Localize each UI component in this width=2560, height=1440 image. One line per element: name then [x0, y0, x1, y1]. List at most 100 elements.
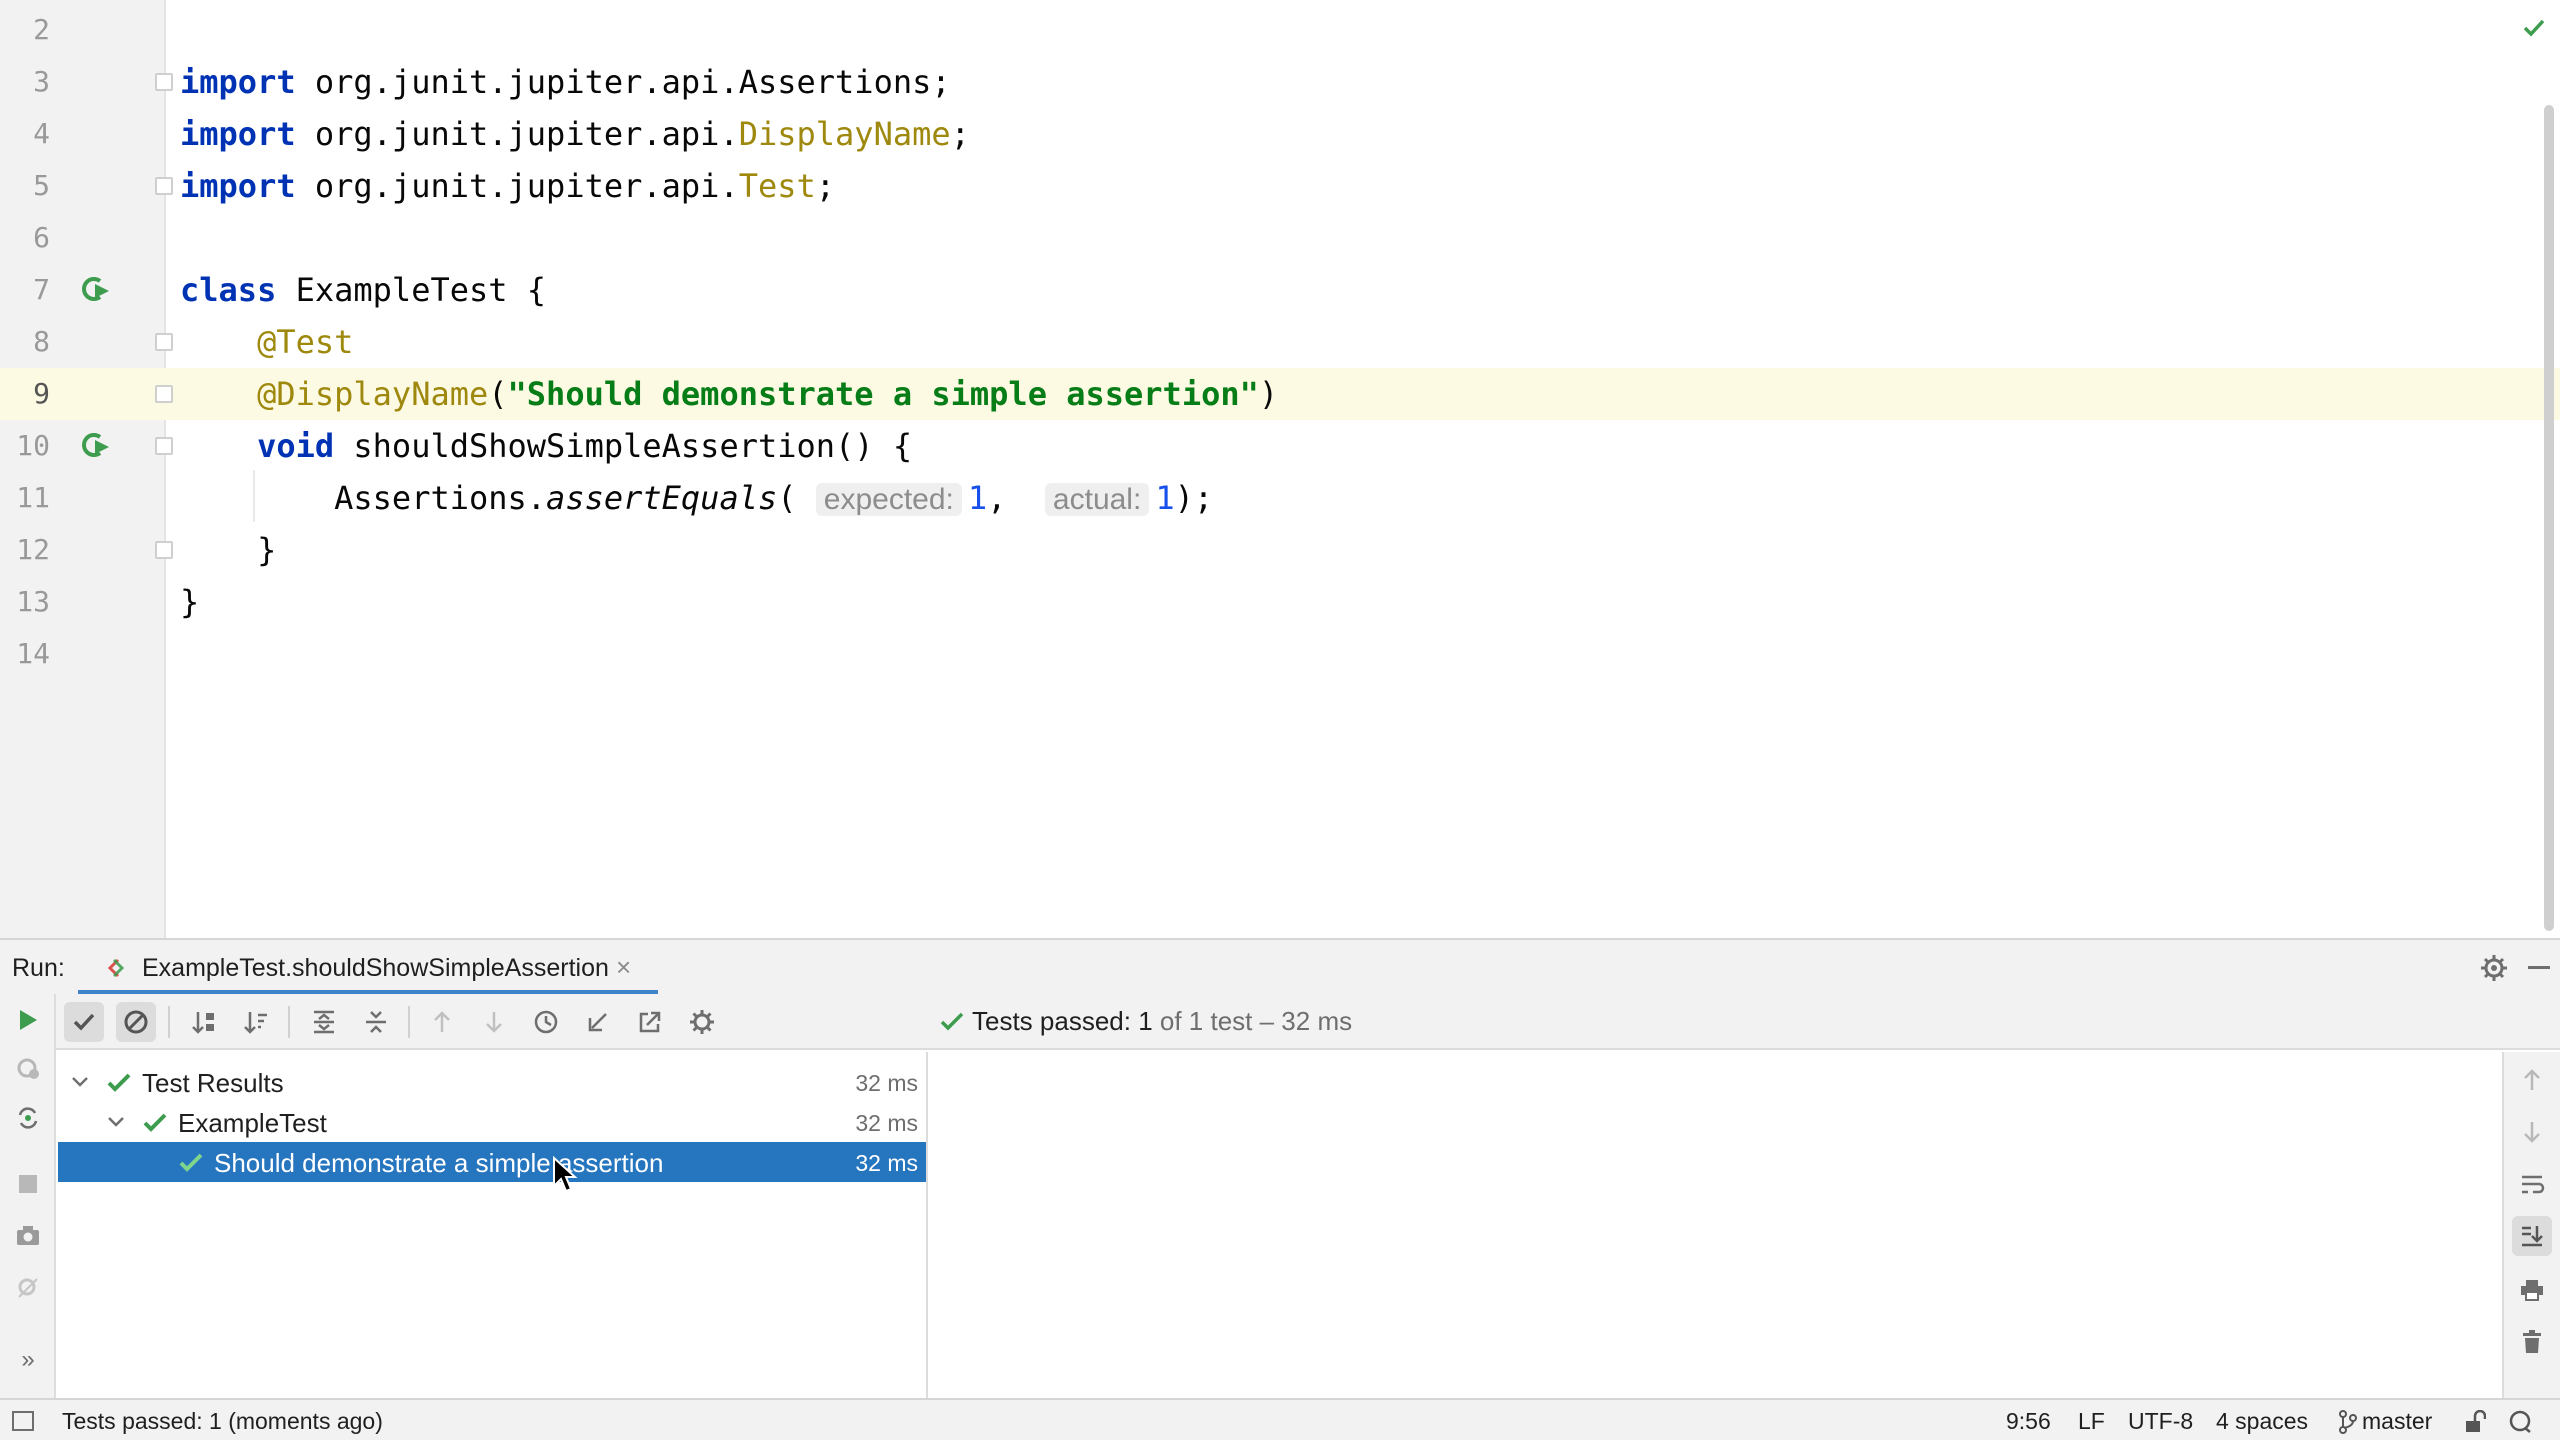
code-line[interactable]: 3 import org.junit.jupiter.api.Assertions… [0, 56, 2560, 108]
test-settings-button[interactable] [682, 1002, 722, 1042]
chevron-down-icon[interactable] [70, 1072, 90, 1092]
collapse-all-button[interactable] [356, 1002, 396, 1042]
rerun-button[interactable] [10, 1002, 46, 1038]
test-results-tree[interactable]: Test Results 32 ms ExampleTest 32 ms Should … [58, 1052, 928, 1398]
notifications-icon[interactable] [2508, 1410, 2534, 1434]
fold-marker-icon[interactable] [155, 73, 173, 91]
next-failed-button[interactable] [474, 1002, 514, 1042]
code-line[interactable]: 13} [0, 576, 2560, 628]
code-text[interactable]: import org.junit.jupiter.api.Test; [180, 160, 835, 212]
code-line[interactable]: 5 import org.junit.jupiter.api.Test; [0, 160, 2560, 212]
line-number[interactable]: 11 [0, 472, 50, 524]
tree-row[interactable]: Should demonstrate a simple assertion 32 … [58, 1142, 926, 1182]
code-line[interactable]: 11 Assertions.assertEquals( expected: 1, … [0, 472, 2560, 524]
line-number[interactable]: 12 [0, 524, 50, 576]
import-tests-button[interactable] [578, 1002, 618, 1042]
console-output[interactable] [930, 1052, 2504, 1398]
export-tests-button[interactable] [630, 1002, 670, 1042]
code-line[interactable]: 6 [0, 212, 2560, 264]
code-line[interactable]: 12 } [0, 524, 2560, 576]
code-text[interactable]: class ExampleTest { [180, 264, 546, 316]
code-line[interactable]: 7 class ExampleTest { [0, 264, 2560, 316]
fold-marker-icon[interactable] [155, 333, 173, 351]
status-message[interactable]: Tests passed: 1 (moments ago) [62, 1408, 383, 1435]
code-line[interactable]: 2 [0, 4, 2560, 56]
line-number[interactable]: 2 [0, 4, 50, 56]
line-number[interactable]: 10 [0, 420, 50, 472]
line-number[interactable]: 9 [0, 368, 50, 420]
line-number[interactable]: 8 [0, 316, 50, 368]
line-number[interactable]: 7 [0, 264, 50, 316]
caret-position[interactable]: 9:56 [2006, 1408, 2051, 1435]
show-passed-button[interactable] [64, 1002, 104, 1042]
code-editor[interactable]: 2 3 import org.junit.jupiter.api.Assertion… [0, 0, 2560, 938]
line-separator[interactable]: LF [2078, 1408, 2105, 1435]
code-line[interactable]: 9 @DisplayName("Should demonstrate a sim… [0, 368, 2560, 420]
code-text[interactable]: import org.junit.jupiter.api.Assertions; [180, 56, 951, 108]
git-branch[interactable]: master [2362, 1408, 2432, 1435]
chevron-down-icon[interactable] [106, 1112, 126, 1132]
fold-marker-icon[interactable] [155, 177, 173, 195]
code-line[interactable]: 14 [0, 628, 2560, 680]
code-token: ; [950, 115, 970, 153]
line-number[interactable]: 4 [0, 108, 50, 160]
line-number[interactable]: 14 [0, 628, 50, 680]
show-ignored-button[interactable] [116, 1002, 156, 1042]
run-tab[interactable]: ExampleTest.shouldShowSimpleAssertion × [78, 940, 658, 996]
file-encoding[interactable]: UTF-8 [2128, 1408, 2193, 1435]
check-icon[interactable] [2520, 14, 2548, 42]
test-history-button[interactable] [526, 1002, 566, 1042]
sort-by-duration-button[interactable] [236, 1002, 276, 1042]
fold-marker-icon[interactable] [155, 437, 173, 455]
tree-row[interactable]: Test Results 32 ms [58, 1062, 926, 1102]
expand-all-button[interactable] [304, 1002, 344, 1042]
tree-row[interactable]: ExampleTest 32 ms [58, 1102, 926, 1142]
chevron-double-right-icon: » [21, 1346, 35, 1373]
clear-all-button[interactable] [2512, 1322, 2552, 1362]
line-number[interactable]: 3 [0, 56, 50, 108]
code-line[interactable]: 8 @Test [0, 316, 2560, 368]
indent-setting[interactable]: 4 spaces [2216, 1408, 2308, 1435]
more-button[interactable]: » [10, 1342, 46, 1378]
toggle-auto-test-button[interactable] [10, 1100, 46, 1136]
code-text[interactable]: @Test [180, 316, 353, 368]
lock-icon[interactable] [2464, 1410, 2486, 1434]
rerun-failed-button[interactable] [10, 1050, 46, 1086]
scroll-down-button[interactable] [2512, 1112, 2552, 1152]
run-test-gutter-icon[interactable] [78, 429, 112, 463]
gear-icon[interactable] [2480, 954, 2508, 982]
code-text[interactable]: @DisplayName("Should demonstrate a simpl… [180, 368, 1278, 420]
scroll-to-end-button[interactable] [2512, 1216, 2552, 1256]
test-class-icon [107, 958, 125, 978]
line-number[interactable]: 5 [0, 160, 50, 212]
minimize-icon[interactable] [2528, 966, 2550, 969]
code-token: ( [777, 479, 816, 517]
mouse-cursor-icon [553, 1156, 578, 1193]
line-number[interactable]: 13 [0, 576, 50, 628]
settings-disabled-button[interactable] [10, 1270, 46, 1306]
editor-scrollbar[interactable] [2544, 105, 2554, 931]
previous-failed-button[interactable] [422, 1002, 462, 1042]
soft-wrap-icon [2522, 1175, 2545, 1194]
toolbar-separator [288, 1006, 290, 1038]
run-test-gutter-icon[interactable] [78, 273, 112, 307]
line-number[interactable]: 6 [0, 212, 50, 264]
code-text[interactable]: void shouldShowSimpleAssertion() { [180, 420, 912, 472]
tool-windows-toggle-icon[interactable] [12, 1411, 34, 1431]
dump-threads-button[interactable] [10, 1218, 46, 1254]
code-line[interactable]: 4 import org.junit.jupiter.api.DisplayNam… [0, 108, 2560, 160]
print-button[interactable] [2512, 1270, 2552, 1310]
fold-marker-icon[interactable] [155, 385, 173, 403]
soft-wrap-button[interactable] [2512, 1164, 2552, 1204]
code-text[interactable]: } [180, 576, 199, 628]
code-token: ); [1174, 479, 1214, 517]
close-icon[interactable]: × [616, 952, 631, 983]
scroll-up-button[interactable] [2512, 1060, 2552, 1100]
code-text[interactable]: import org.junit.jupiter.api.DisplayName… [180, 108, 970, 160]
code-line[interactable]: 10 void shouldShowSimpleAssertion() { [0, 420, 2560, 472]
code-text[interactable]: } [180, 524, 276, 576]
fold-marker-icon[interactable] [155, 541, 173, 559]
stop-button[interactable] [10, 1166, 46, 1202]
code-text[interactable]: Assertions.assertEquals( expected: 1, act… [180, 472, 1213, 526]
sort-alphabetically-button[interactable] [184, 1002, 224, 1042]
